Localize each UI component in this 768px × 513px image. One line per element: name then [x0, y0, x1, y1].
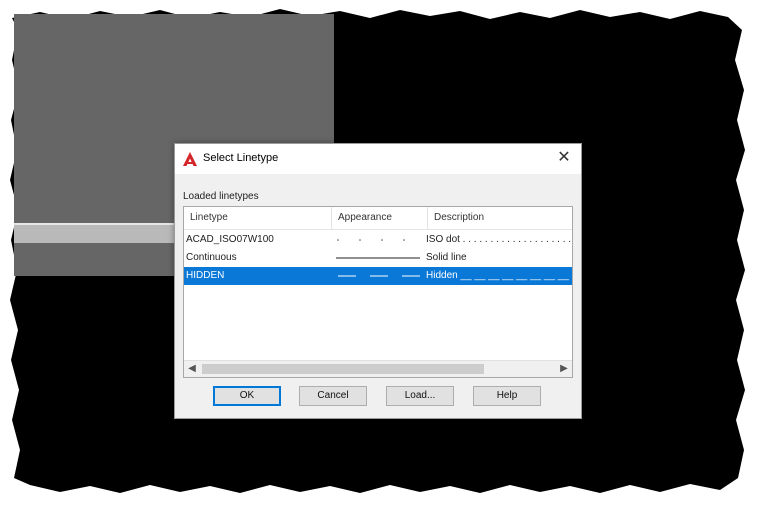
linetype-name: HIDDEN [186, 270, 225, 281]
list-item[interactable]: Continuous Solid line [184, 249, 572, 267]
list-item[interactable]: ACAD_ISO07W100 ISO dot . . . . . . . . .… [184, 231, 572, 249]
linetype-appearance [334, 267, 426, 285]
loaded-linetypes-label: Loaded linetypes [183, 191, 259, 202]
dialog-title: Select Linetype [203, 152, 279, 164]
linetype-list[interactable]: Linetype Appearance Description ACAD_ISO… [183, 206, 573, 378]
linetype-description: ISO dot . . . . . . . . . . . . . . . . … [426, 234, 572, 245]
linetype-name: ACAD_ISO07W100 [186, 234, 274, 245]
linetype-description: Solid line [426, 252, 467, 263]
autocad-logo-icon [183, 152, 197, 166]
load-button[interactable]: Load... [386, 386, 454, 406]
close-icon[interactable]: ✕ [555, 149, 573, 167]
dialog-titlebar[interactable]: Select Linetype ✕ [175, 144, 581, 174]
viewport-stripe [14, 223, 177, 243]
scroll-thumb[interactable] [202, 364, 484, 374]
help-button[interactable]: Help [473, 386, 541, 406]
list-header: Linetype Appearance Description [184, 207, 572, 230]
ok-button[interactable]: OK [213, 386, 281, 406]
horizontal-scrollbar[interactable]: ◀ ▶ [184, 360, 572, 377]
linetype-appearance [334, 249, 426, 267]
column-header-description[interactable]: Description [428, 207, 572, 229]
column-header-linetype[interactable]: Linetype [184, 207, 332, 229]
column-header-appearance[interactable]: Appearance [332, 207, 428, 229]
select-linetype-dialog: Select Linetype ✕ Loaded linetypes Linet… [174, 143, 582, 419]
linetype-name: Continuous [186, 252, 237, 263]
linetype-appearance [334, 231, 426, 249]
scroll-left-icon[interactable]: ◀ [184, 361, 200, 377]
list-item[interactable]: HIDDEN Hidden __ __ __ __ __ __ __ __ [184, 267, 572, 285]
scroll-right-icon[interactable]: ▶ [556, 361, 572, 377]
cancel-button[interactable]: Cancel [299, 386, 367, 406]
linetype-description: Hidden __ __ __ __ __ __ __ __ [426, 270, 569, 281]
